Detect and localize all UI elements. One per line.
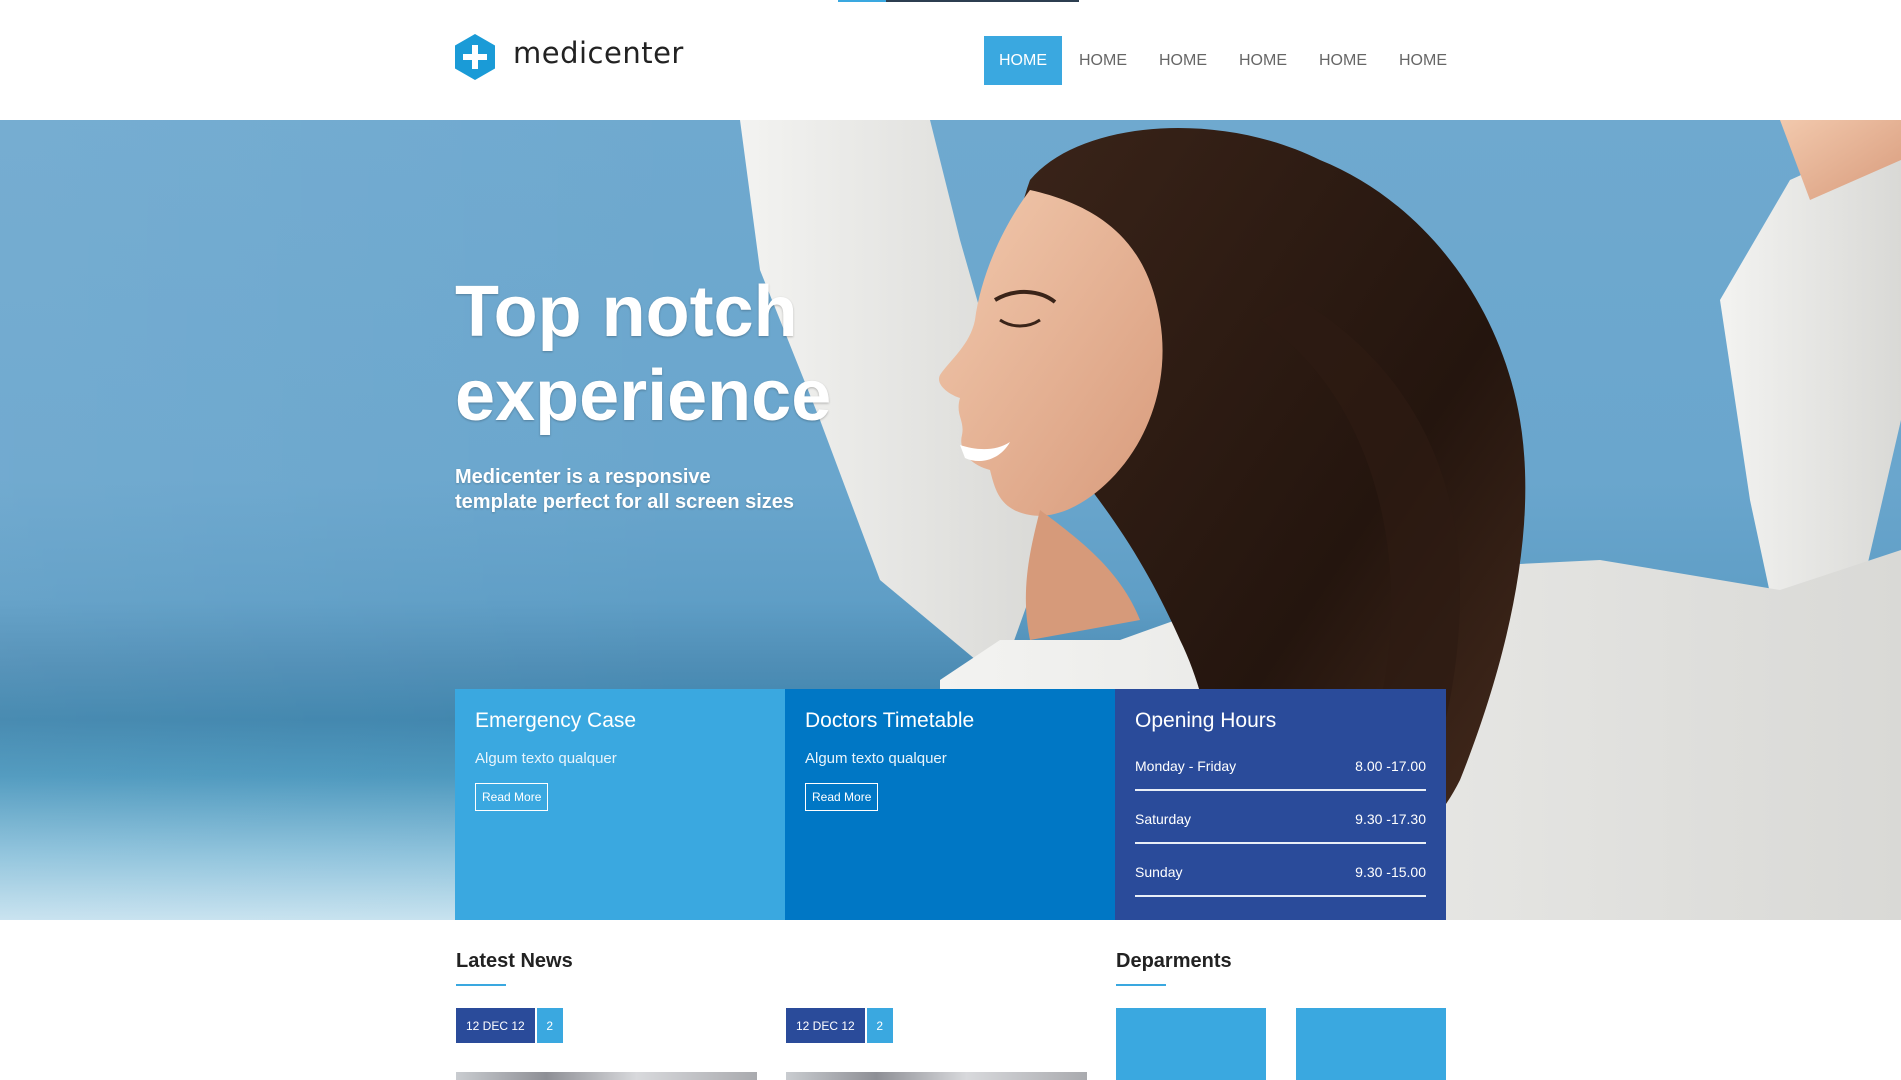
hours-row: Monday - Friday 8.00 -17.00 [1135, 750, 1426, 791]
emergency-case-box: Emergency Case Algum texto qualquer Read… [455, 689, 785, 920]
hours-day: Monday - Friday [1135, 758, 1237, 774]
emergency-case-title: Emergency Case [475, 709, 637, 732]
hours-time: 9.30 -17.30 [1355, 811, 1426, 827]
latest-news-underline [456, 984, 506, 986]
hours-day: Sunday [1135, 864, 1183, 880]
hero-slider: Top notch experience Medicenter is a res… [0, 120, 1901, 920]
nav-item-3[interactable]: HOME [1144, 36, 1222, 85]
logo[interactable]: medicenter [455, 34, 684, 80]
opening-hours-title: Opening Hours [1135, 709, 1277, 732]
departments-underline [1116, 984, 1166, 986]
news-thumbnail[interactable] [786, 1072, 1087, 1080]
doctors-timetable-text: Algum texto qualquer [805, 750, 947, 767]
hours-row: Saturday 9.30 -17.30 [1135, 803, 1426, 844]
nav-item-4[interactable]: HOME [1224, 36, 1302, 85]
emergency-read-more-button[interactable]: Read More [475, 783, 549, 811]
hours-day: Saturday [1135, 811, 1192, 827]
latest-news-title: Latest News [456, 950, 573, 972]
hours-row: Sunday 9.30 -15.00 [1135, 856, 1426, 897]
hours-time: 8.00 -17.00 [1355, 758, 1426, 774]
top-accent-line-active [838, 0, 886, 2]
hours-time: 9.30 -15.00 [1355, 864, 1426, 880]
department-tile[interactable] [1296, 1008, 1446, 1080]
news-date: 12 DEC 12 [456, 1008, 535, 1043]
news-thumbnail[interactable] [456, 1072, 757, 1080]
emergency-case-text: Algum texto qualquer [475, 750, 617, 767]
nav-item-2[interactable]: HOME [1064, 36, 1142, 85]
news-date-tag: 12 DEC 12 2 [786, 1008, 893, 1043]
department-tile[interactable] [1116, 1008, 1266, 1080]
info-boxes: Emergency Case Algum texto qualquer Read… [455, 689, 1446, 920]
news-comment-count[interactable]: 2 [536, 1008, 563, 1043]
timetable-read-more-button[interactable]: Read More [805, 783, 879, 811]
nav-item-5[interactable]: HOME [1304, 36, 1382, 85]
news-comment-count[interactable]: 2 [866, 1008, 893, 1043]
main-nav: HOME HOME HOME HOME HOME HOME [984, 36, 1464, 85]
hero-subtitle: Medicenter is a responsive template perf… [455, 466, 795, 513]
doctors-timetable-box: Doctors Timetable Algum texto qualquer R… [785, 689, 1115, 920]
opening-hours-box: Opening Hours Monday - Friday 8.00 -17.0… [1115, 689, 1446, 920]
departments-title: Deparments [1116, 950, 1232, 972]
brand-name: medicenter [513, 36, 684, 70]
nav-item-home[interactable]: HOME [984, 36, 1062, 85]
hero-title: Top notch experience [455, 272, 832, 436]
news-date: 12 DEC 12 [786, 1008, 865, 1043]
news-date-tag: 12 DEC 12 2 [456, 1008, 563, 1043]
nav-item-6[interactable]: HOME [1384, 36, 1462, 85]
medical-cross-logo-icon [455, 34, 495, 80]
doctors-timetable-title: Doctors Timetable [805, 709, 975, 732]
site-header: medicenter HOME HOME HOME HOME HOME HOME [0, 0, 1901, 120]
